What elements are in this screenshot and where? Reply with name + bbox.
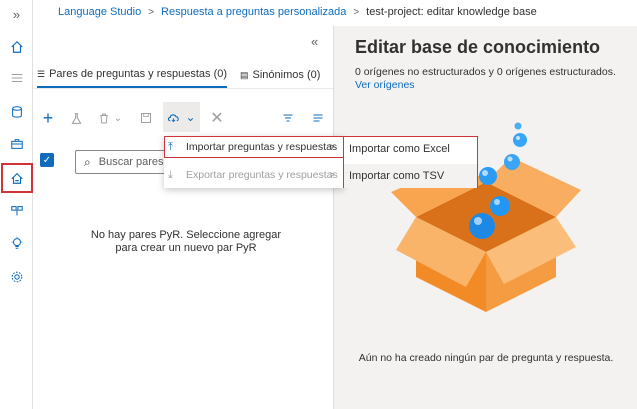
rail-ideas-button[interactable] [0, 229, 33, 257]
knowledge-base-icon [11, 172, 23, 184]
rail-settings-button[interactable] [0, 263, 33, 291]
trash-icon [100, 113, 108, 123]
search-icon: ⌕ [84, 154, 91, 169]
rail-home-button[interactable] [0, 33, 33, 61]
select-all-checkbox[interactable]: ✓ [40, 153, 54, 167]
collapse-panel-button[interactable]: « [311, 34, 318, 49]
tab-divider [33, 88, 333, 89]
chevron-down-icon: ⌄ [113, 112, 123, 124]
flask-icon [71, 112, 81, 124]
close-button[interactable]: ✕ [207, 106, 227, 130]
import-excel-item[interactable]: Importar como Excel [344, 137, 477, 161]
chevron-down-icon: ⌄ [185, 110, 196, 124]
list-icon [11, 73, 22, 83]
expand-rail-button[interactable]: » [0, 0, 33, 28]
breadcrumb-language-studio[interactable]: Language Studio [58, 6, 141, 18]
import-submenu: Importar como Excel Importar como TSV [343, 136, 478, 188]
view-options-button[interactable] [309, 106, 327, 130]
checkmark-icon: ✓ [42, 154, 52, 166]
menu-item-export[interactable]: ⤓ Exportar preguntas y respuestas > [164, 164, 344, 186]
menu-item-export-label: Exportar preguntas y respuestas [186, 169, 338, 181]
cloud-sync-icon [168, 113, 180, 122]
close-icon: ✕ [210, 110, 224, 127]
tab-synonyms-label: Sinónimos (0) [252, 69, 321, 81]
filter-icon [283, 114, 293, 122]
panel-title: Editar base de conocimiento [355, 37, 601, 57]
rail-deploy-button[interactable] [0, 197, 33, 225]
rail-list-button[interactable] [0, 64, 33, 92]
database-icon [11, 106, 22, 118]
deploy-icon [10, 206, 23, 216]
chevron-right-icon: > [148, 6, 155, 18]
briefcase-icon [10, 139, 23, 149]
edit-knowledge-base-panel: Editar base de conocimiento 0 orígenes n… [333, 26, 637, 409]
rail-data-button[interactable] [0, 98, 33, 126]
left-rail: » [0, 0, 33, 409]
empty-pairs-message: No hay pares PyR. Seleccione agregar par… [90, 229, 282, 254]
highlight-frame [164, 136, 344, 158]
chevron-right-icon: > [353, 6, 360, 18]
filter-button[interactable] [279, 106, 297, 130]
keyboard-icon: ▤ [240, 69, 249, 80]
import-tsv-item[interactable]: Importar como TSV [344, 164, 477, 188]
view-sources-link[interactable]: Ver orígenes [355, 79, 415, 91]
breadcrumb-custom-qa[interactable]: Respuesta a preguntas personalizada [161, 6, 346, 18]
double-chevron-right-icon: » [12, 6, 21, 22]
sources-summary: 0 orígenes no estructurados y 0 orígenes… [355, 66, 616, 78]
download-icon: ⤓ [168, 168, 173, 181]
list-icon: ☰ [37, 68, 46, 79]
tab-qna-pairs-label: Pares de preguntas y respuestas (0) [49, 68, 228, 80]
home-icon [10, 40, 23, 53]
rail-projects-button[interactable] [0, 130, 33, 158]
search-placeholder: Buscar pares [98, 156, 164, 168]
save-icon [141, 113, 151, 123]
breadcrumb-current: test-project: editar knowledge base [366, 6, 537, 18]
add-icon: + [42, 107, 54, 128]
delete-button[interactable]: ⌄ [94, 106, 126, 130]
lightbulb-icon [11, 236, 22, 249]
qna-pairs-panel: « ☰ Pares de preguntas y respuestas (0) … [33, 26, 333, 409]
import-export-button[interactable]: ⌄ [163, 102, 200, 132]
add-pair-button[interactable]: + [38, 106, 58, 130]
tab-bar: ☰ Pares de preguntas y respuestas (0) ▤ … [37, 68, 320, 88]
lines-icon [313, 114, 323, 122]
tab-qna-pairs[interactable]: ☰ Pares de preguntas y respuestas (0) [37, 68, 228, 88]
rail-knowledge-base-button[interactable] [1, 163, 33, 193]
tab-synonyms[interactable]: ▤ Sinónimos (0) [240, 68, 320, 88]
save-button[interactable] [136, 106, 156, 130]
test-button[interactable] [66, 106, 86, 130]
empty-state-message: Aún no ha creado ningún par de pregunta … [358, 352, 614, 364]
settings-icon [11, 271, 22, 283]
breadcrumb: Language Studio > Respuesta a preguntas … [58, 5, 537, 19]
chevron-right-icon: > [329, 169, 335, 181]
search-input[interactable]: ⌕ Buscar pares [75, 150, 175, 174]
